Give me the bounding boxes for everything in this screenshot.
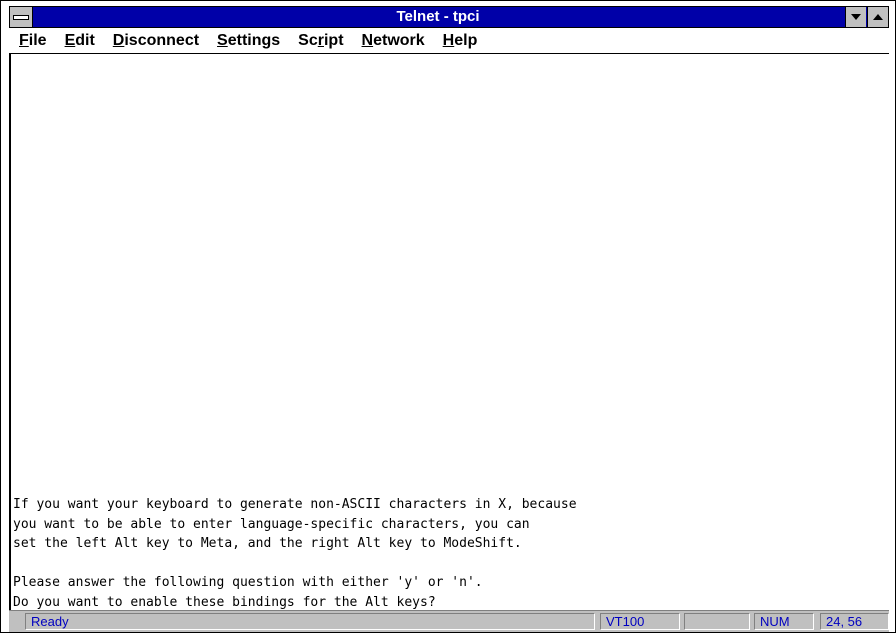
menu-settings[interactable]: Settings bbox=[208, 32, 289, 50]
menu-edit[interactable]: Edit bbox=[56, 32, 104, 50]
title-bar[interactable]: Telnet - tpci bbox=[9, 6, 889, 28]
minimize-button[interactable] bbox=[845, 7, 866, 27]
maximize-icon bbox=[873, 14, 883, 20]
system-menu-icon bbox=[13, 14, 29, 20]
status-cursor-position: 24, 56 bbox=[820, 613, 889, 630]
telnet-window: Telnet - tpci File Edit Disconnect Setti… bbox=[0, 0, 896, 633]
maximize-button[interactable] bbox=[867, 7, 888, 27]
terminal-line: Do you want to enable these bindings for… bbox=[13, 594, 436, 610]
terminal-line: you want to be able to enter language-sp… bbox=[13, 516, 530, 532]
status-blank-panel bbox=[684, 613, 750, 630]
system-menu-button[interactable] bbox=[10, 7, 33, 27]
status-message: Ready bbox=[25, 613, 595, 630]
terminal-line: If you want your keyboard to generate no… bbox=[13, 497, 577, 512]
menu-network[interactable]: Network bbox=[353, 32, 434, 50]
status-bar: Ready VT100 NUM 24, 56 bbox=[9, 610, 889, 632]
status-numlock: NUM bbox=[754, 613, 814, 630]
menu-disconnect[interactable]: Disconnect bbox=[104, 32, 208, 50]
terminal-line: set the left Alt key to Meta, and the ri… bbox=[13, 536, 522, 551]
menu-bar: File Edit Disconnect Settings Script Net… bbox=[9, 28, 889, 54]
menu-script[interactable]: Script bbox=[289, 32, 352, 50]
status-emulation: VT100 bbox=[600, 613, 680, 630]
minimize-icon bbox=[851, 14, 861, 20]
terminal-output: If you want your keyboard to generate no… bbox=[13, 495, 577, 610]
terminal-line: Please answer the following question wit… bbox=[13, 575, 483, 590]
window-title: Telnet - tpci bbox=[396, 8, 480, 25]
terminal-screen[interactable]: If you want your keyboard to generate no… bbox=[9, 54, 889, 610]
menu-file[interactable]: File bbox=[9, 32, 56, 50]
menu-help[interactable]: Help bbox=[434, 32, 487, 50]
